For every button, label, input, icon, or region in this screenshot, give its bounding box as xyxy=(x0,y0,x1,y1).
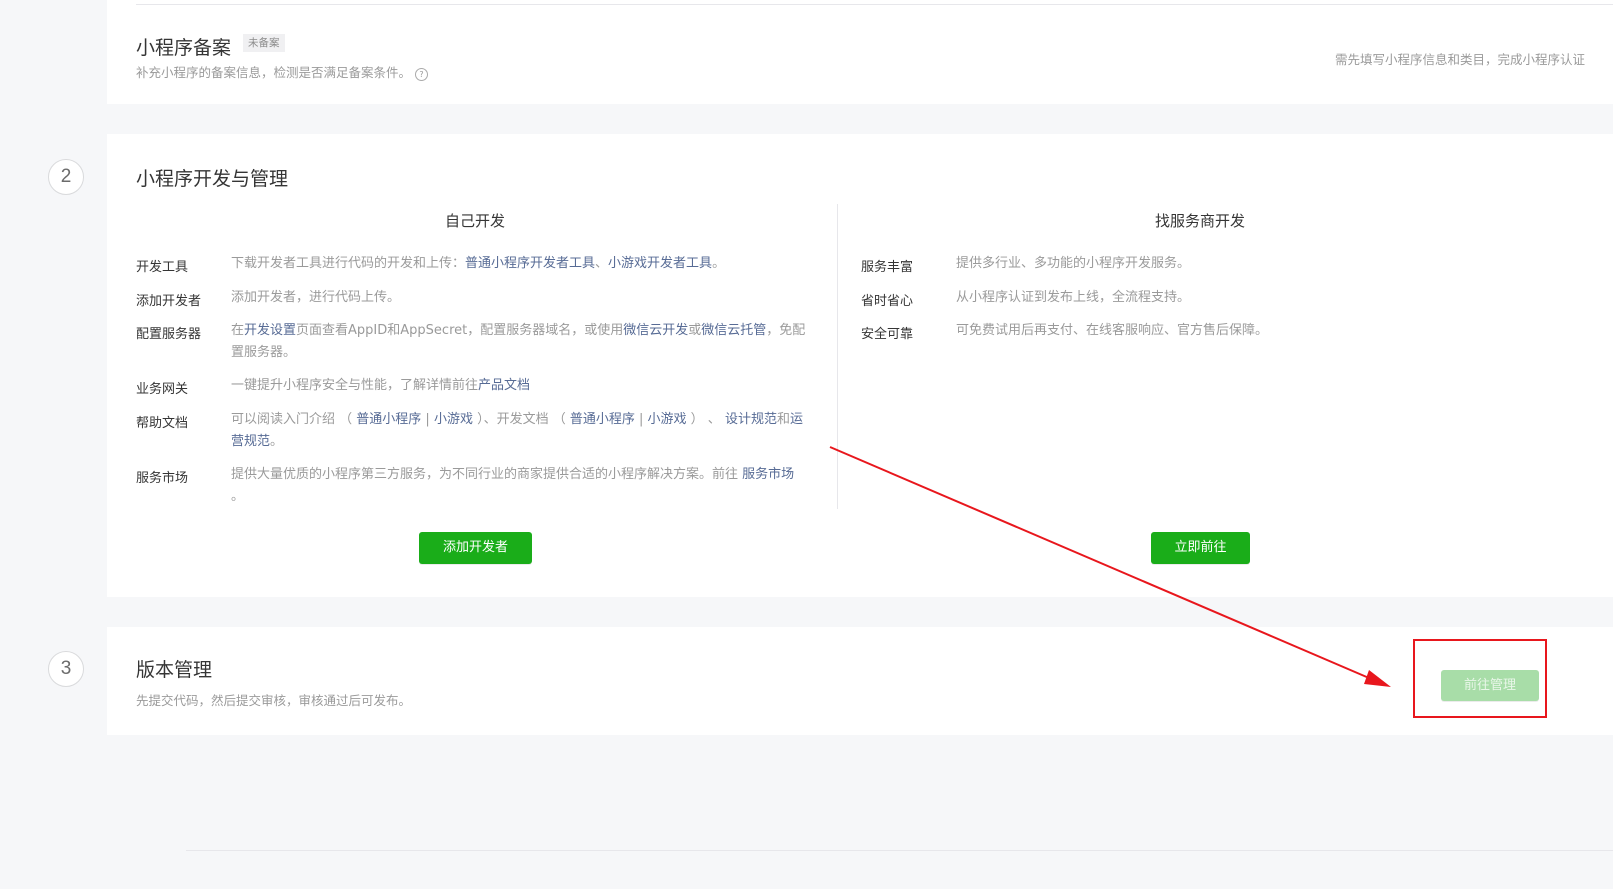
dev-tools-suffix: 。 xyxy=(712,256,726,271)
row-label-add-dev: 添加开发者 xyxy=(136,294,202,309)
row-label-time-saving: 省时省心 xyxy=(861,294,914,309)
row-label-rich-services: 服务丰富 xyxy=(861,260,914,275)
version-management-card: 版本管理 先提交代码，然后提交审核，审核通过后可发布。 前往管理 xyxy=(107,627,1613,735)
row-text-reliable: 可免费试用后再支付、在线客服响应、官方售后保障。 xyxy=(956,323,1269,338)
row-label-dev-tools: 开发工具 xyxy=(136,260,189,275)
design-spec-link[interactable]: 设计规范 xyxy=(725,412,777,427)
bottom-divider xyxy=(186,850,1613,851)
help-t1: 可以阅读入门介绍 （ xyxy=(231,412,357,427)
vendor-develop-title: 找服务商开发 xyxy=(1154,212,1246,230)
row-label-server-config: 配置服务器 xyxy=(136,327,202,342)
help-sep-b: | xyxy=(634,412,648,427)
product-docs-link[interactable]: 产品文档 xyxy=(478,378,530,393)
help-t4: 和 xyxy=(776,412,790,427)
filing-title: 小程序备案 xyxy=(136,37,232,59)
cloud-hosting-link[interactable]: 微信云托管 xyxy=(701,323,766,338)
normal-devtools-link[interactable]: 普通小程序开发者工具 xyxy=(465,256,595,271)
gateway-t1: 一键提升小程序安全与性能，了解详情前往 xyxy=(231,378,479,393)
row-text-add-dev: 添加开发者，进行代码上传。 xyxy=(231,290,401,305)
service-market-link[interactable]: 服务市场 xyxy=(742,467,794,482)
cloud-dev-link[interactable]: 微信云开发 xyxy=(623,323,688,338)
dev-management-card: 小程序开发与管理 自己开发 找服务商开发 开发工具 下载开发者工具进行代码的开发… xyxy=(107,134,1613,597)
filing-desc-text: 补充小程序的备案信息，检测是否满足备案条件。 xyxy=(136,65,412,80)
row-label-market: 服务市场 xyxy=(136,471,189,486)
dev-tools-sep: 、 xyxy=(595,256,609,271)
highlight-box xyxy=(1413,639,1547,718)
game-devtools-link[interactable]: 小游戏开发者工具 xyxy=(608,256,712,271)
row-text-help-docs: 可以阅读入门介绍 （ 普通小程序 | 小游戏 ）、开发文档 （ 普通小程序 | … xyxy=(231,409,811,453)
filing-requirement-note: 需先填写小程序信息和类目，完成小程序认证 xyxy=(1334,52,1585,67)
help-sep-a: | xyxy=(421,412,434,427)
server-config-t2: 页面查看AppID和AppSecret，配置服务器域名，或使用 xyxy=(296,323,624,338)
step-3-badge: 3 xyxy=(48,651,84,687)
server-config-t1: 在 xyxy=(231,323,245,338)
top-divider xyxy=(136,4,1613,5)
row-label-reliable: 安全可靠 xyxy=(861,327,914,342)
self-develop-title: 自己开发 xyxy=(444,212,506,230)
help-t5: 。 xyxy=(270,434,284,449)
dev-management-title: 小程序开发与管理 xyxy=(136,168,289,190)
docs-game-link[interactable]: 小游戏 xyxy=(648,412,687,427)
version-management-desc: 先提交代码，然后提交审核，审核通过后可发布。 xyxy=(136,693,412,708)
dev-tools-prefix: 下载开发者工具进行代码的开发和上传： xyxy=(231,256,466,271)
market-t1: 提供大量优质的小程序第三方服务，为不同行业的商家提供合适的小程序解决方案。前往 xyxy=(231,467,743,482)
dev-settings-link[interactable]: 开发设置 xyxy=(244,323,296,338)
go-now-button[interactable]: 立即前往 xyxy=(1151,532,1250,564)
question-icon[interactable]: ? xyxy=(415,68,429,81)
row-text-gateway: 一键提升小程序安全与性能，了解详情前往产品文档 xyxy=(231,375,811,397)
docs-normal-link[interactable]: 普通小程序 xyxy=(570,412,635,427)
row-text-dev-tools: 下载开发者工具进行代码的开发和上传：普通小程序开发者工具、小游戏开发者工具。 xyxy=(231,253,811,275)
market-t2: 。 xyxy=(231,489,245,504)
help-t2: ）、开发文档 （ xyxy=(472,412,570,427)
intro-normal-link[interactable]: 普通小程序 xyxy=(356,412,421,427)
row-text-time-saving: 从小程序认证到发布上线，全流程支持。 xyxy=(956,290,1191,305)
filing-card: 小程序备案 未备案 补充小程序的备案信息，检测是否满足备案条件。? 需先填写小程… xyxy=(107,0,1613,104)
version-management-title: 版本管理 xyxy=(136,659,213,681)
row-label-help-docs: 帮助文档 xyxy=(136,416,189,431)
filing-status-badge: 未备案 xyxy=(243,34,285,52)
column-divider xyxy=(837,204,838,509)
step-2-badge: 2 xyxy=(48,159,84,195)
help-t3: ） 、 xyxy=(686,412,725,427)
row-label-gateway: 业务网关 xyxy=(136,382,189,397)
filing-desc: 补充小程序的备案信息，检测是否满足备案条件。? xyxy=(136,62,429,81)
row-text-server-config: 在开发设置页面查看AppID和AppSecret，配置服务器域名，或使用微信云开… xyxy=(231,320,811,364)
server-config-t3: 或 xyxy=(688,323,702,338)
intro-game-link[interactable]: 小游戏 xyxy=(434,412,473,427)
add-developer-button[interactable]: 添加开发者 xyxy=(419,532,532,564)
row-text-market: 提供大量优质的小程序第三方服务，为不同行业的商家提供合适的小程序解决方案。前往 … xyxy=(231,464,811,508)
row-text-rich-services: 提供多行业、多功能的小程序开发服务。 xyxy=(956,256,1191,271)
